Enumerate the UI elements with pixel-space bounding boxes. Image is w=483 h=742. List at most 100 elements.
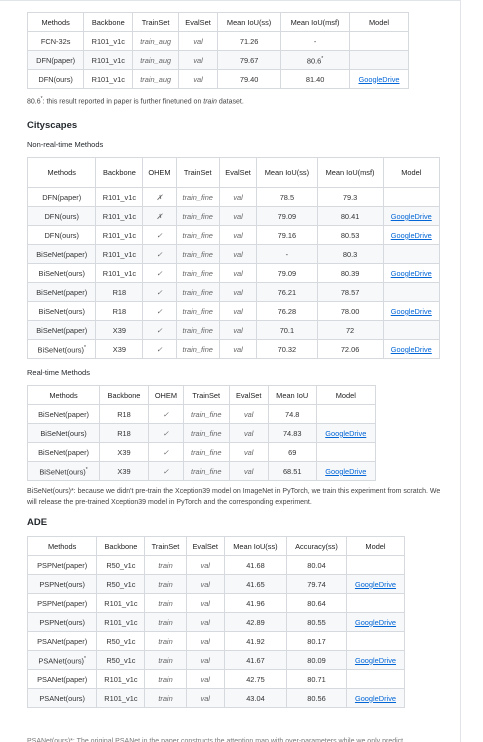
column-header: Methods [26,157,97,189]
column-header: Backbone [99,385,149,406]
table-cell [349,50,409,70]
googledrive-link[interactable]: GoogleDrive [355,618,396,627]
table-cell: ✓ [142,263,177,284]
table-row: PSANet(ours) R101_v1c train val 43.04 80.56 Go… [26,688,405,709]
footnote-suffix: dataset. [216,98,244,106]
googledrive-link[interactable]: GoogleDrive [391,269,432,278]
column-header: EvalSet [228,385,269,406]
column-header: Mean IoU(ss) [223,536,287,557]
googledrive-link[interactable]: GoogleDrive [325,467,366,476]
table-cell: PSANet(paper) [26,669,98,690]
table-cell: 80.04 [285,555,348,576]
table-cell: X39 [99,461,149,482]
table-cell: train_fine [175,320,220,341]
ade-results-table: Methods Backbone TrainSet EvalSet Mean IoU(s… [26,536,405,709]
table-cell: val [185,669,225,690]
googledrive-link[interactable]: GoogleDrive [391,307,432,316]
table-cell: DFN(paper) [26,187,97,208]
table-cell: val [228,423,269,444]
table-cell: X39 [99,442,149,463]
table-cell: R50_v1c [96,574,146,595]
googledrive-link[interactable]: GoogleDrive [358,75,399,84]
table-row: PSPNet(paper) R50_v1c train val 41.68 80.04 [26,555,405,576]
table-cell: val [228,442,269,463]
table-cell: ✓ [147,442,184,463]
table-cell: PSANet(ours) [26,688,98,709]
column-header: Mean IoU(msf) [316,157,384,189]
table-cell: R50_v1c [96,631,146,652]
column-header: TrainSet [182,385,230,406]
model-link-cell: GoogleDrive [315,461,377,482]
table-row: BiSeNet(paper) X39 ✓ train_fine val 69 [26,442,377,463]
table-cell: train_aug [132,31,180,51]
readme-content: Methods Backbone TrainSet EvalSet Mean IoU(s… [26,12,457,709]
table-cell: val [178,31,219,51]
table-cell: val [218,225,258,246]
table-cell: R101_v1c [96,593,146,614]
readme-page: Methods Backbone TrainSet EvalSet Mean IoU(s… [0,0,468,742]
asterisk-mark: * [83,656,86,663]
ade-heading: ADE [27,517,48,529]
column-header: Mean IoU(msf) [280,12,351,32]
table-cell: X39 [95,339,144,360]
table-cell: train [144,612,187,633]
table-cell: DFN(paper) [26,50,85,70]
table-cell [349,31,409,51]
googledrive-link[interactable]: GoogleDrive [355,694,396,703]
table-row: DFN(ours) R101_v1c ✓ train_fine val 79.16 80.5… [26,225,441,246]
cityscapes-footnote: BiSeNet(ours)*: because we didn't pre-tr… [27,488,441,507]
table-cell: 74.8 [267,404,317,425]
table-cell: val [218,301,258,322]
table-cell: DFN(ours) [26,206,97,227]
table-cell: 41.96 [223,593,287,614]
table-cell: train [144,593,187,614]
voc-footnote: 80.6*: this result reported in paper is … [27,94,457,107]
table-cell [346,669,405,690]
right-border [460,0,461,742]
footnote-value: 80.6 [27,98,41,106]
table-row: DFN(ours) R101_v1c ✗ train_fine val 79.09 80.4… [26,206,441,227]
table-cell: 70.1 [256,320,318,341]
table-cell: train_fine [175,187,220,208]
table-cell: 70.32 [256,339,318,360]
table-cell: R18 [95,301,144,322]
table-row: BiSeNet(ours)* X39 ✓ train_fine val 70.32 72.0… [26,339,441,360]
table-cell: train_fine [175,206,220,227]
table-cell [382,244,441,265]
googledrive-link[interactable]: GoogleDrive [355,656,396,665]
googledrive-link[interactable]: GoogleDrive [391,212,432,221]
googledrive-link[interactable]: GoogleDrive [391,231,432,240]
column-header: OHEM [142,157,177,189]
model-link-cell: GoogleDrive [382,301,441,322]
table-cell: 80.17 [285,631,348,652]
table-cell: 41.68 [223,555,287,576]
column-header: Mean IoU(ss) [256,157,318,189]
googledrive-link[interactable]: GoogleDrive [391,345,432,354]
table-cell: PSPNet(ours) [26,574,98,595]
table-cell: DFN(ours) [26,69,85,89]
table-cell: 79.40 [217,69,282,89]
table-cell [346,631,405,652]
column-header: EvalSet [178,12,219,32]
table-cell: DFN(ours) [26,225,97,246]
table-cell: val [185,555,225,576]
googledrive-link[interactable]: GoogleDrive [355,580,396,589]
table-cell: train_fine [175,339,220,360]
table-cell: 74.83 [267,423,317,444]
table-cell: 41.67 [223,650,287,671]
table-cell: X39 [95,320,144,341]
model-link-cell: GoogleDrive [382,225,441,246]
table-cell: val [218,339,258,360]
table-cell: 41.92 [223,631,287,652]
table-row: DFN(ours) R101_v1c train_aug val 79.40 81.40 G… [26,69,409,89]
table-cell: R18 [99,404,149,425]
table-cell: R101_v1c [95,225,144,246]
model-link-cell: GoogleDrive [346,650,405,671]
table-row: BiSeNet(paper) X39 ✓ train_fine val 70.1 72 [26,320,441,341]
table-cell: val [228,404,269,425]
googledrive-link[interactable]: GoogleDrive [325,429,366,438]
table-cell: train [144,631,187,652]
column-header: Backbone [95,157,144,189]
table-cell: PSPNet(ours) [26,612,98,633]
table-cell: PSPNet(paper) [26,593,98,614]
